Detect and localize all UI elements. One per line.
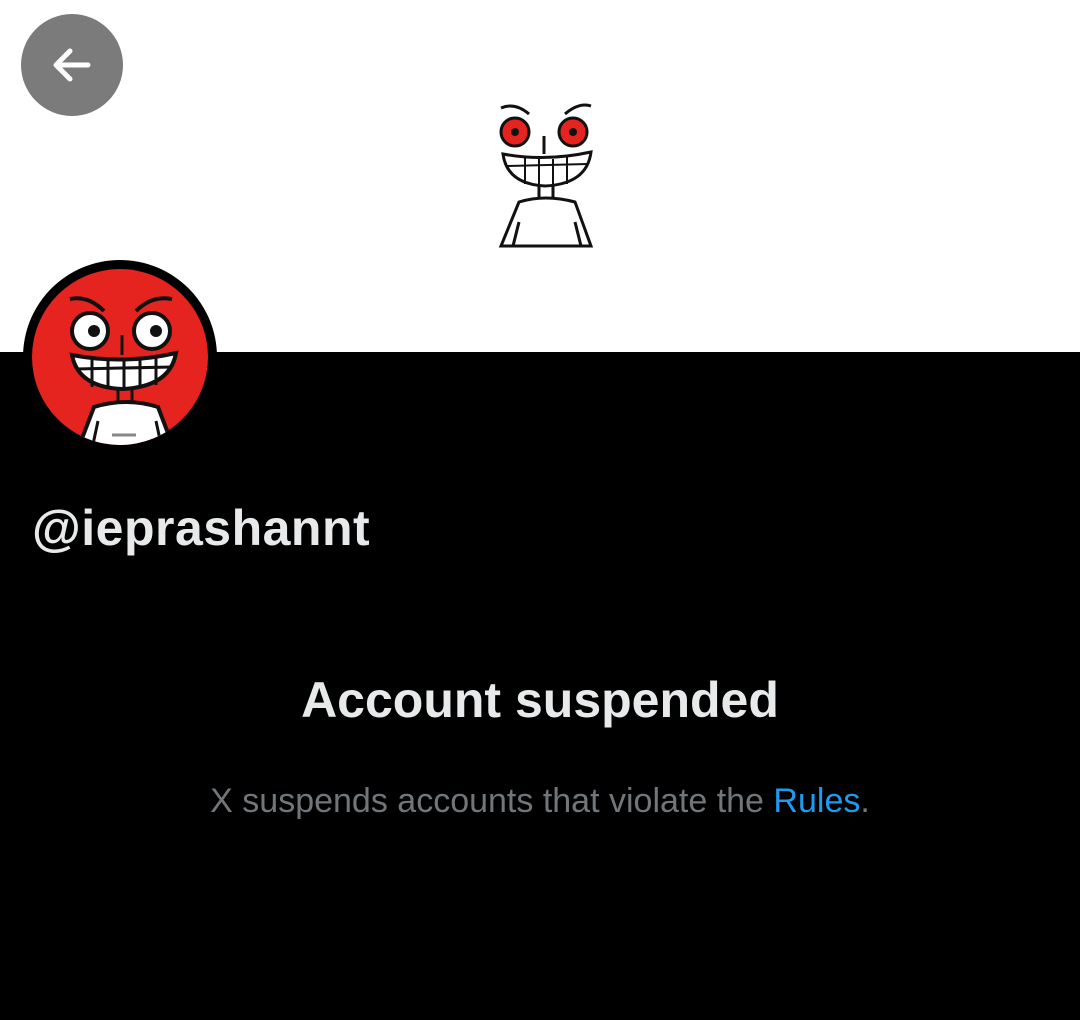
suspension-message-period: . <box>860 782 870 820</box>
arrow-left-icon <box>53 48 91 82</box>
suspension-message: X suspends accounts that violate the Rul… <box>0 778 1080 824</box>
avatar-cartoon-image <box>69 296 179 445</box>
avatar-frame <box>23 260 217 454</box>
rules-link[interactable]: Rules <box>773 782 860 820</box>
suspension-title: Account suspended <box>301 672 779 728</box>
profile-page: @ieprashannt Account suspended X suspend… <box>0 0 1080 1020</box>
back-button[interactable] <box>21 14 123 116</box>
banner-cartoon-image <box>498 103 594 248</box>
avatar <box>32 269 208 445</box>
profile-handle: @ieprashannt <box>32 500 371 556</box>
suspension-message-text: X suspends accounts that violate the <box>210 782 774 820</box>
